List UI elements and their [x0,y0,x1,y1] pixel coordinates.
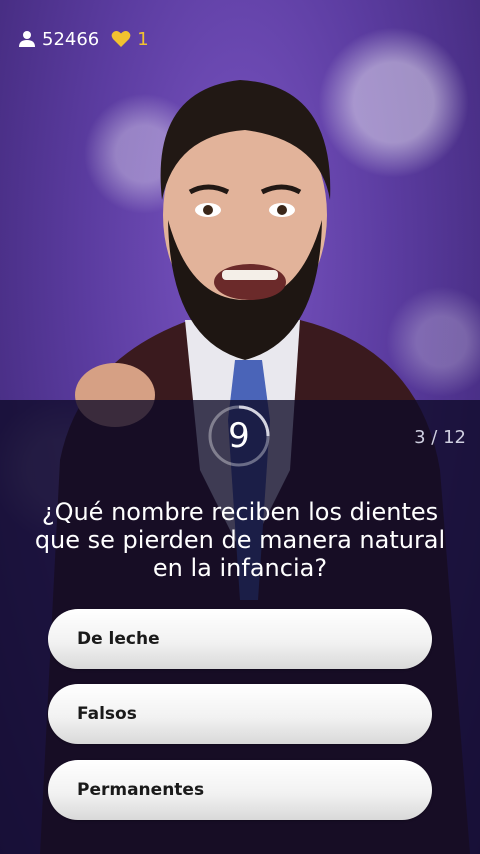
lives-count: 1 [137,28,149,50]
lives-stat: 1 [111,28,149,50]
countdown-timer: 9 [207,404,271,468]
answer-label: Permanentes [77,780,205,800]
question-progress: 3 / 12 [414,427,466,448]
answer-label: De leche [77,629,160,649]
timer-seconds: 9 [228,416,250,456]
quiz-screen: 52466 1 9 3 / 12 ¿Qué nombre reciben los… [0,0,480,854]
players-stat: 52466 [18,29,99,50]
answer-option-3[interactable]: Permanentes [48,760,432,820]
answer-option-1[interactable]: De leche [48,609,432,669]
answer-label: Falsos [77,704,137,724]
topbar: 52466 1 [18,24,149,54]
person-icon [19,31,35,47]
answer-option-2[interactable]: Falsos [48,684,432,744]
question-text: ¿Qué nombre reciben los dientes que se p… [34,498,446,582]
players-count: 52466 [42,28,100,50]
heart-icon [111,31,131,47]
